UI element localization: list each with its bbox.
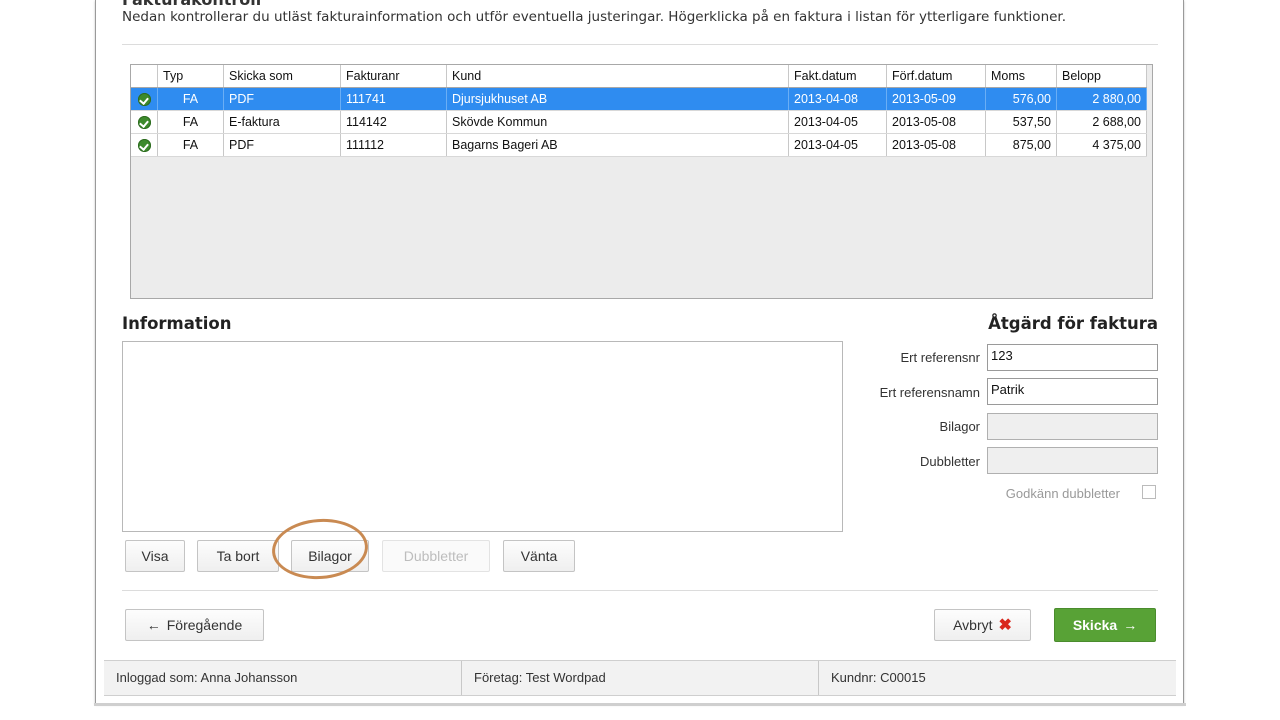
- ref-name-label: Ert referensnamn: [879, 385, 980, 400]
- check-circle-icon: [137, 139, 151, 153]
- cell-moms: 576,00: [985, 87, 1057, 111]
- cell-belopp: 2 880,00: [1056, 87, 1147, 111]
- table-header-row: Typ Skicka som Fakturanr Kund Fakt.datum…: [131, 65, 1147, 88]
- row-status: [131, 110, 158, 134]
- skicka-button[interactable]: Skicka →: [1054, 608, 1156, 642]
- cell-moms: 537,50: [985, 110, 1057, 134]
- cell-fakturanr: 111741: [340, 87, 447, 111]
- table-row[interactable]: FA PDF 111112 Bagarns Bageri AB 2013-04-…: [131, 133, 1147, 157]
- page-description: Nedan kontrollerar du utläst fakturainfo…: [122, 9, 1067, 25]
- cell-kund: Djursjukhuset AB: [446, 87, 789, 111]
- column-fakt-datum[interactable]: Fakt.datum: [788, 65, 887, 88]
- cell-fakturanr: 111112: [340, 133, 447, 157]
- information-textarea[interactable]: [122, 341, 843, 532]
- cell-kund: Skövde Kommun: [446, 110, 789, 134]
- cell-typ: FA: [157, 133, 224, 157]
- information-title: Information: [122, 314, 232, 333]
- ref-nr-label: Ert referensnr: [900, 350, 980, 365]
- cell-skicka-som: E-faktura: [223, 110, 341, 134]
- bilagor-input: [987, 413, 1158, 440]
- cell-moms: 875,00: [985, 133, 1057, 157]
- column-moms[interactable]: Moms: [985, 65, 1057, 88]
- avbryt-button[interactable]: Avbryt ✖: [934, 609, 1031, 641]
- cell-skicka-som: PDF: [223, 133, 341, 157]
- column-forf-datum[interactable]: Förf.datum: [886, 65, 986, 88]
- column-status[interactable]: [131, 65, 158, 88]
- cell-fakt-datum: 2013-04-05: [788, 133, 887, 157]
- row-status: [131, 133, 158, 157]
- column-typ[interactable]: Typ: [157, 65, 224, 88]
- status-user: Inloggad som: Anna Johansson: [116, 670, 298, 685]
- cell-skicka-som: PDF: [223, 87, 341, 111]
- status-bar: Inloggad som: Anna Johansson Företag: Te…: [104, 660, 1176, 696]
- divider: [122, 590, 1158, 591]
- table-row[interactable]: FA PDF 111741 Djursjukhuset AB 2013-04-0…: [131, 87, 1147, 111]
- dubbletter-button: Dubbletter: [382, 540, 490, 572]
- ref-name-input[interactable]: Patrik: [987, 378, 1158, 405]
- cell-typ: FA: [157, 87, 224, 111]
- cell-fakt-datum: 2013-04-05: [788, 110, 887, 134]
- dubbletter-input: [987, 447, 1158, 474]
- check-circle-icon: [137, 116, 151, 130]
- close-icon: ✖: [998, 617, 1012, 634]
- cell-fakturanr: 114142: [340, 110, 447, 134]
- cell-typ: FA: [157, 110, 224, 134]
- check-circle-icon: [137, 93, 151, 107]
- cell-fakt-datum: 2013-04-08: [788, 87, 887, 111]
- divider: [122, 44, 1158, 45]
- status-company: Företag: Test Wordpad: [461, 661, 818, 695]
- invoice-grid: Typ Skicka som Fakturanr Kund Fakt.datum…: [131, 65, 1147, 157]
- godkann-dubbletter-checkbox[interactable]: [1142, 485, 1156, 499]
- cell-belopp: 2 688,00: [1056, 110, 1147, 134]
- foregaende-button[interactable]: ← Föregående: [125, 609, 264, 641]
- window-shadow: [94, 703, 1186, 706]
- avbryt-label: Avbryt: [953, 617, 993, 633]
- action-title: Åtgärd för faktura: [988, 314, 1158, 333]
- cell-kund: Bagarns Bageri AB: [446, 133, 789, 157]
- row-status: [131, 87, 158, 111]
- cell-forf-datum: 2013-05-09: [886, 87, 986, 111]
- foregaende-label: Föregående: [166, 617, 243, 633]
- cell-forf-datum: 2013-05-08: [886, 110, 986, 134]
- column-belopp[interactable]: Belopp: [1056, 65, 1147, 88]
- arrow-left-icon: ←: [146, 617, 161, 633]
- table-row[interactable]: FA E-faktura 114142 Skövde Kommun 2013-0…: [131, 110, 1147, 134]
- vanta-button[interactable]: Vänta: [503, 540, 575, 572]
- arrow-right-icon: →: [1123, 617, 1138, 633]
- column-skicka-som[interactable]: Skicka som: [223, 65, 341, 88]
- column-fakturanr[interactable]: Fakturanr: [340, 65, 447, 88]
- ref-nr-input[interactable]: 123: [987, 344, 1158, 371]
- bilagor-label: Bilagor: [939, 419, 980, 434]
- skicka-label: Skicka: [1072, 617, 1118, 633]
- cell-forf-datum: 2013-05-08: [886, 133, 986, 157]
- dubbletter-label: Dubbletter: [920, 454, 980, 469]
- cell-belopp: 4 375,00: [1056, 133, 1147, 157]
- column-kund[interactable]: Kund: [446, 65, 789, 88]
- visa-button[interactable]: Visa: [125, 540, 185, 572]
- ta-bort-button[interactable]: Ta bort: [197, 540, 279, 572]
- page-title: Fakturakontroll: [122, 0, 261, 9]
- status-customer: Kundnr: C00015: [818, 661, 1176, 695]
- invoice-table[interactable]: Typ Skicka som Fakturanr Kund Fakt.datum…: [130, 64, 1153, 299]
- godkann-dubbletter-label: Godkänn dubbletter: [1005, 486, 1120, 501]
